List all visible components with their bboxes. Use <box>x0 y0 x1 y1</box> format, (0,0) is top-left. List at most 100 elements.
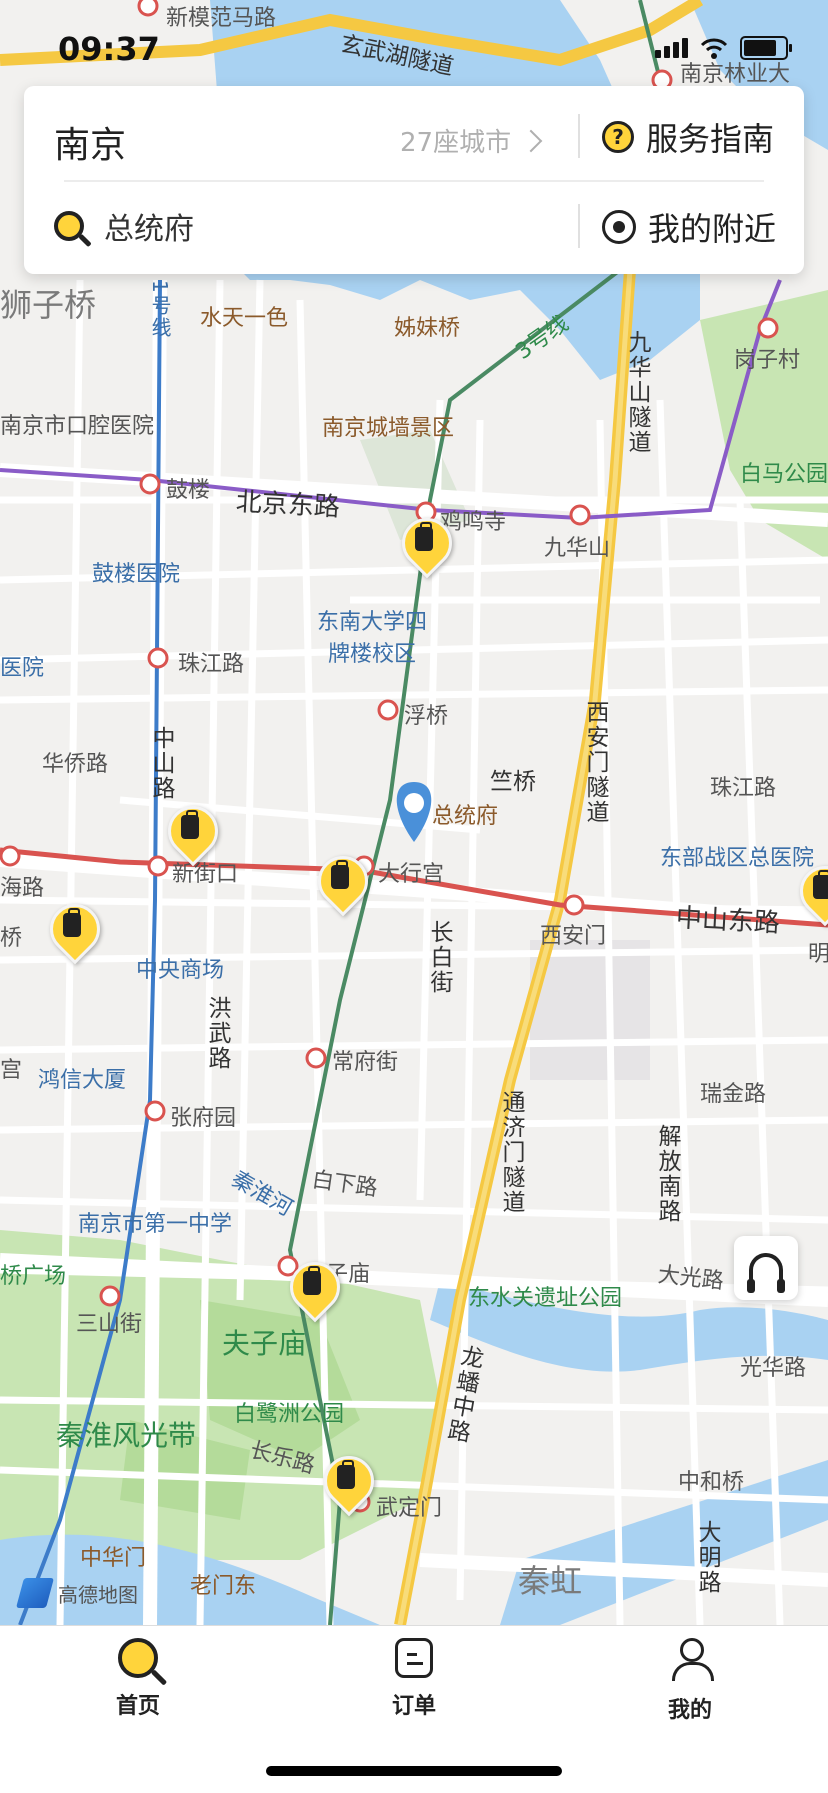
luggage-pin[interactable] <box>313 1445 385 1517</box>
label-fuzimiao: 夫子庙 <box>222 1327 307 1360</box>
label-jiuhuashan: 九华山 <box>544 536 611 561</box>
label-presidential: 总统府 <box>432 804 499 829</box>
luggage-pin[interactable] <box>789 855 828 927</box>
label-dongshuiguan: 东水关遗址公园 <box>468 1286 623 1311</box>
label-changfu: 常府街 <box>332 1050 399 1075</box>
label-line1: 1号线 <box>148 280 172 339</box>
luggage-pin[interactable] <box>391 507 463 579</box>
luggage-pin[interactable] <box>157 795 229 867</box>
city-count-label: 27座城市 <box>400 128 512 158</box>
search-card: 南京 27座城市 ? 服务指南 总统府 我的附近 <box>24 86 804 274</box>
luggage-icon <box>63 908 81 937</box>
label-hailu: 海路 <box>0 876 45 901</box>
label-zhujiang-rd: 珠江路 <box>178 652 245 677</box>
label-laomen-east: 老门东 <box>190 1574 257 1599</box>
chevron-right-icon <box>519 129 543 152</box>
label-zhujiang-rd-east: 珠江路 <box>710 776 777 801</box>
luggage-icon <box>813 870 828 899</box>
label-daguang-rd: 大光路 <box>656 1262 725 1295</box>
label-zhongshan-rd: 中山路 <box>148 726 174 801</box>
label-gangzi: 岗子村 <box>734 348 801 373</box>
tab-home[interactable]: 首页 <box>78 1638 198 1720</box>
label-ruijin-rd: 瑞金路 <box>700 1082 767 1107</box>
divider <box>64 180 764 182</box>
tab-bar: 首页 订单 我的 <box>0 1625 828 1793</box>
label-gong: 宫 <box>0 1058 23 1083</box>
search-icon <box>118 1638 158 1678</box>
label-kouqiang-hospital: 南京市口腔医院 <box>0 414 155 439</box>
label-guanghua-rd: 光华路 <box>740 1356 807 1381</box>
status-time: 09:37 <box>58 30 160 68</box>
label-tongji-tunnel: 通济门隧道 <box>498 1090 524 1215</box>
amap-label: 高德地图 <box>58 1582 138 1607</box>
headset-icon <box>747 1253 785 1293</box>
label-shuitian: 水天一色 <box>200 306 289 331</box>
search-icon <box>54 211 84 241</box>
label-xianmen: 西安门 <box>540 924 607 949</box>
luggage-icon <box>331 860 349 889</box>
label-baima-park: 白马公园 <box>740 462 828 487</box>
nearby-label: 我的附近 <box>648 210 777 248</box>
luggage-icon <box>303 1266 321 1295</box>
divider <box>578 204 580 248</box>
user-icon <box>670 1638 714 1682</box>
label-qinhong: 秦虹 <box>518 1562 583 1600</box>
amap-watermark: 高德地图 <box>15 1578 138 1608</box>
city-count-link[interactable]: 27座城市 <box>400 122 543 159</box>
tab-home-label: 首页 <box>115 1694 160 1719</box>
label-wuding: 武定门 <box>376 1496 443 1521</box>
locate-icon <box>602 210 636 244</box>
label-zhonghua-gate: 中华门 <box>80 1546 147 1571</box>
label-zhongshan-e-rd: 中山东路 <box>675 903 781 939</box>
luggage-pin[interactable] <box>39 893 111 965</box>
search-text: 总统府 <box>104 212 194 247</box>
luggage-pin[interactable] <box>279 1251 351 1323</box>
tab-me[interactable]: 我的 <box>630 1638 750 1724</box>
label-qiao: 桥 <box>0 926 23 951</box>
orders-icon <box>395 1638 433 1678</box>
label-hongxin: 鸿信大厦 <box>38 1068 127 1093</box>
label-gulou-hospital: 鼓楼医院 <box>92 562 181 587</box>
label-huaqiao-rd: 华侨路 <box>42 752 109 777</box>
label-zhuqiao: 竺桥 <box>490 769 536 795</box>
wifi-icon <box>700 38 728 59</box>
label-city-wall: 南京城墙景区 <box>322 416 455 441</box>
label-zhangfu: 张府园 <box>170 1106 237 1131</box>
divider <box>578 114 580 158</box>
tab-orders-label: 订单 <box>391 1694 436 1719</box>
home-indicator <box>266 1766 562 1776</box>
luggage-icon <box>181 810 199 839</box>
label-jiming: 鸡鸣寺 <box>440 510 507 535</box>
label-fuqiao: 浮桥 <box>404 704 449 729</box>
label-sanshan: 三山街 <box>76 1312 143 1337</box>
label-hongwu-rd: 洪武路 <box>204 996 230 1071</box>
luggage-icon <box>337 1460 355 1489</box>
label-eastern-hospital: 东部战区总医院 <box>660 846 815 871</box>
tab-orders[interactable]: 订单 <box>354 1638 474 1720</box>
label-jiefang-rd: 解放南路 <box>654 1124 680 1224</box>
status-icons <box>655 36 792 60</box>
luggage-pin[interactable] <box>307 845 379 917</box>
label-beijing-e-rd: 北京东路 <box>235 487 341 523</box>
battery-icon <box>740 36 792 60</box>
amap-logo-icon <box>15 1578 55 1608</box>
status-bar: 09:37 <box>0 0 828 90</box>
label-seu: 东南大学四牌楼校区 <box>316 610 427 667</box>
nearby-button[interactable]: 我的附近 <box>602 204 776 250</box>
service-guide-button[interactable]: ? 服务指南 <box>602 114 774 160</box>
search-input[interactable]: 总统府 <box>54 204 194 248</box>
cellular-signal-icon <box>655 38 688 58</box>
label-hospital-left: 医院 <box>0 656 45 681</box>
label-square: 桥广场 <box>0 1264 67 1289</box>
label-zhonghe-bridge: 中和桥 <box>678 1470 745 1495</box>
question-icon: ? <box>602 121 634 153</box>
luggage-icon <box>415 522 433 551</box>
customer-service-button[interactable] <box>734 1236 798 1300</box>
city-selector[interactable]: 南京 <box>54 116 126 168</box>
tab-me-label: 我的 <box>667 1698 712 1723</box>
label-bailuzhou: 白鹭洲公园 <box>234 1402 345 1427</box>
label-jiemei-bridge: 姊妹桥 <box>394 316 461 341</box>
label-ming: 明 <box>808 942 828 967</box>
label-daxinggong: 大行宫 <box>378 862 445 887</box>
label-central-mall: 中央商场 <box>136 958 225 983</box>
